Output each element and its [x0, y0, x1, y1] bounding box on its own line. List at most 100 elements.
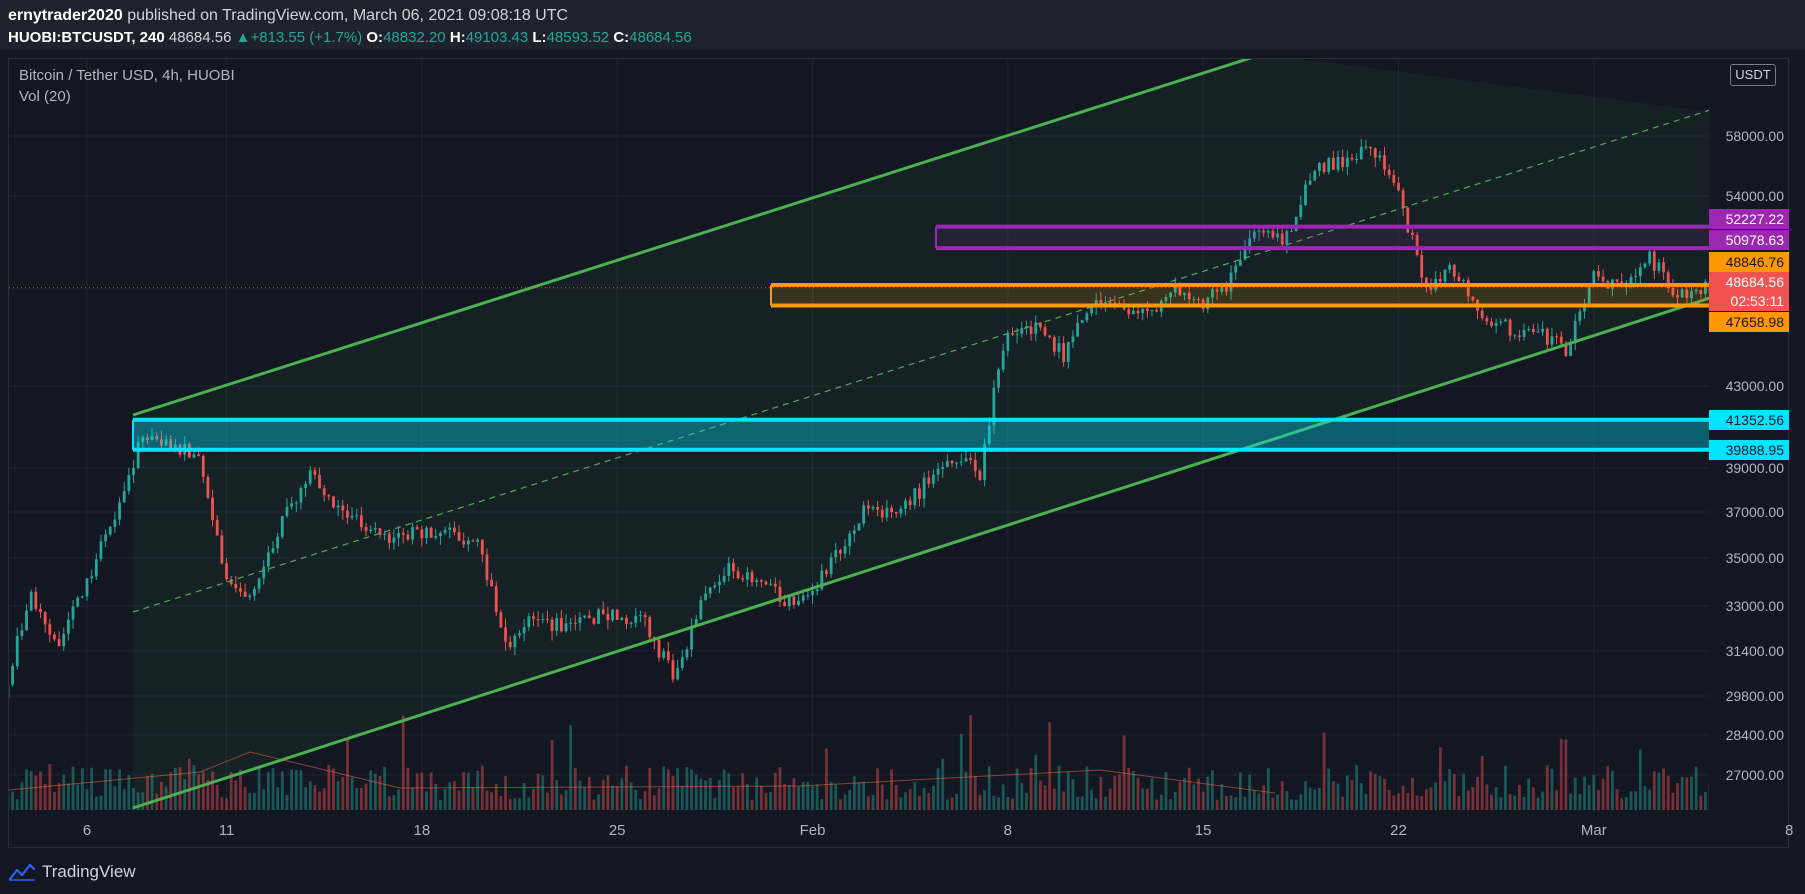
- candle: [104, 529, 107, 548]
- volume-bar: [392, 794, 396, 810]
- volume-bar: [1527, 778, 1531, 810]
- volume-bar: [285, 794, 289, 810]
- candle: [29, 589, 33, 612]
- volume-bar: [1504, 766, 1507, 810]
- volume-bar: [485, 790, 489, 810]
- volume-bar: [187, 758, 191, 810]
- volume-bar: [657, 788, 661, 810]
- volume-bar: [355, 787, 359, 810]
- volume-bar: [718, 780, 721, 810]
- volume-bar: [1420, 796, 1424, 810]
- price-axis-badge: 02:53:11: [1709, 291, 1789, 311]
- candle: [99, 534, 103, 562]
- currency-badge[interactable]: USDT: [1730, 64, 1776, 86]
- volume-bar: [1452, 773, 1456, 810]
- volume-bar: [569, 725, 573, 810]
- volume-bar: [1559, 738, 1563, 810]
- volume-bar: [1383, 778, 1386, 810]
- volume-bar: [1629, 791, 1633, 810]
- volume-bar: [1048, 722, 1052, 810]
- volume-bar: [1076, 796, 1079, 810]
- volume-bar: [471, 787, 475, 810]
- volume-bar: [843, 794, 847, 810]
- volume-bar: [690, 769, 693, 810]
- volume-bar: [508, 798, 512, 810]
- volume-bar: [141, 792, 145, 810]
- volume-bar: [266, 772, 270, 810]
- support-zone-cyan: [132, 417, 1709, 452]
- volume-bar: [322, 788, 326, 810]
- candle: [76, 595, 80, 608]
- volume-bar: [299, 770, 303, 810]
- price-axis-badge: 50978.63: [1709, 230, 1789, 250]
- volume-bar: [1225, 796, 1228, 810]
- volume-bar: [215, 785, 219, 810]
- volume-bar: [973, 776, 977, 810]
- candle: [648, 615, 652, 642]
- volume-bar: [1276, 794, 1279, 810]
- volume-bar: [1387, 789, 1391, 810]
- volume-bar: [34, 775, 38, 810]
- volume-bar: [11, 791, 14, 810]
- volume-bar: [1648, 789, 1652, 810]
- volume-bar: [866, 796, 870, 810]
- volume-bar: [197, 774, 201, 810]
- volume-bar: [336, 781, 340, 810]
- volume-bar: [862, 781, 866, 810]
- volume-bar: [666, 769, 670, 810]
- volume-bar: [671, 775, 675, 810]
- resistance-zone-magenta: [935, 224, 1709, 251]
- volume-bar: [1290, 799, 1293, 810]
- volume-bar: [290, 769, 294, 810]
- volume-bar: [1508, 794, 1512, 810]
- volume-bar: [462, 772, 466, 810]
- candle: [671, 653, 675, 683]
- volume-bar: [1136, 777, 1140, 810]
- volume-bar: [704, 780, 707, 810]
- volume-bar: [978, 794, 982, 810]
- volume-bar: [90, 767, 94, 810]
- y-axis-tick-label: 33000.00: [1726, 598, 1785, 614]
- volume-bar: [108, 769, 112, 810]
- volume-bar: [341, 777, 345, 810]
- volume-bar: [1713, 778, 1716, 810]
- price-axis-badge-text: 52227.22: [1726, 211, 1785, 227]
- price-chart[interactable]: 6111825Feb81522Mar815222758000.0054000.0…: [0, 0, 1805, 894]
- volume-bar: [127, 774, 131, 810]
- volume-bar: [815, 784, 819, 810]
- volume-bar: [1099, 776, 1103, 810]
- volume-bar: [1597, 790, 1600, 810]
- volume-bar: [1304, 781, 1307, 810]
- volume-bar: [1727, 780, 1730, 810]
- volume-bar: [1029, 767, 1033, 810]
- volume-bar: [1359, 782, 1363, 810]
- candle: [332, 495, 335, 509]
- volume-bar: [220, 797, 224, 810]
- tradingview-logo-icon: [8, 863, 36, 881]
- volume-bar: [1429, 787, 1433, 810]
- volume-bar: [201, 771, 205, 810]
- volume-bar: [71, 766, 75, 810]
- volume-bar: [1369, 771, 1372, 810]
- candle: [11, 662, 14, 687]
- volume-bar: [1415, 795, 1419, 810]
- candle: [20, 623, 24, 640]
- volume-bar: [764, 793, 768, 810]
- volume-bar: [1657, 772, 1661, 810]
- volume-bar: [43, 783, 47, 810]
- volume-bar: [1211, 770, 1214, 810]
- volume-bar: [992, 795, 996, 810]
- volume-bar: [234, 780, 238, 810]
- volume-bar: [1206, 776, 1210, 810]
- candle: [15, 627, 19, 670]
- volume-bar: [383, 766, 387, 810]
- volume-bar: [518, 798, 521, 810]
- volume-bar: [959, 733, 963, 810]
- volume-bar: [1685, 777, 1689, 810]
- candle: [43, 610, 47, 633]
- volume-bar: [67, 783, 70, 810]
- volume-bar: [1434, 782, 1438, 810]
- volume-bar: [955, 793, 959, 810]
- volume-bar: [829, 781, 833, 810]
- volume-bar: [1220, 784, 1224, 810]
